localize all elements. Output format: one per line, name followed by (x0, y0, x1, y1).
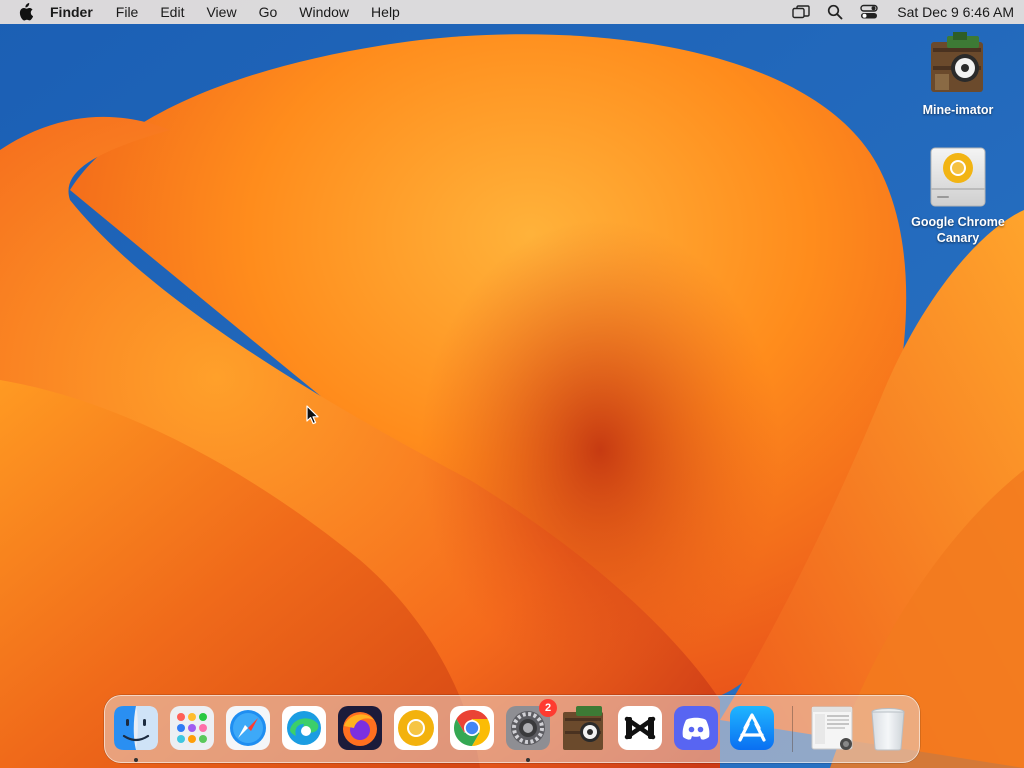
dock-item-downloads[interactable] (808, 704, 856, 752)
desktop-icon-chrome-canary[interactable]: Google Chrome Canary (903, 144, 1013, 246)
menu-edit[interactable]: Edit (160, 4, 184, 20)
safari-icon (226, 706, 270, 750)
menu-window[interactable]: Window (299, 4, 349, 20)
chrome-canary-disk-icon (930, 147, 986, 207)
screen-mirroring-icon[interactable] (791, 2, 811, 22)
dock-item-launchpad[interactable] (168, 704, 216, 752)
chrome-icon (450, 706, 494, 750)
dock: 2 (104, 695, 920, 763)
menu-file[interactable]: File (116, 4, 139, 20)
desktop-wallpaper (0, 0, 1024, 768)
dock-item-discord[interactable] (672, 704, 720, 752)
dock-item-chrome[interactable] (448, 704, 496, 752)
control-center-icon[interactable] (859, 2, 879, 22)
dock-item-edge[interactable] (280, 704, 328, 752)
dock-separator (792, 706, 793, 752)
menu-app-finder[interactable]: Finder (50, 4, 93, 20)
menu-go[interactable]: Go (259, 4, 278, 20)
desktop-icon-label: Google Chrome Canary (911, 215, 1005, 245)
capcut-icon (618, 706, 662, 750)
downloads-stack-icon (811, 706, 853, 750)
firefox-icon (338, 706, 382, 750)
launchpad-icon (170, 706, 214, 750)
running-indicator (134, 758, 138, 762)
running-indicator (526, 758, 530, 762)
finder-icon (114, 706, 158, 750)
discord-icon (674, 706, 718, 750)
desktop-icon-mine-imator[interactable]: Mine-imator (903, 32, 1013, 118)
mine-imator-icon (931, 32, 983, 92)
trash-icon (871, 708, 905, 751)
notification-badge: 2 (539, 699, 557, 717)
menu-bar-clock[interactable]: Sat Dec 9 6:46 AM (897, 4, 1014, 20)
mine-imator-icon (563, 706, 603, 750)
mouse-pointer-icon (306, 405, 319, 425)
desktop-icon-label: Mine-imator (922, 103, 994, 117)
dock-item-trash[interactable] (864, 704, 912, 752)
dock-item-app-store[interactable] (728, 704, 776, 752)
menu-view[interactable]: View (206, 4, 236, 20)
dock-item-chrome-canary[interactable] (392, 704, 440, 752)
edge-icon (282, 706, 326, 750)
apple-logo-icon[interactable] (14, 1, 36, 23)
menu-help[interactable]: Help (371, 4, 400, 20)
spotlight-search-icon[interactable] (825, 2, 845, 22)
menu-bar: Finder File Edit View Go Window Help Sat… (0, 0, 1024, 24)
dock-item-mine-imator[interactable] (560, 704, 608, 752)
dock-item-firefox[interactable] (336, 704, 384, 752)
app-store-icon (730, 706, 774, 750)
dock-item-finder[interactable] (112, 704, 160, 752)
dock-item-system-settings[interactable]: 2 (504, 699, 557, 752)
chrome-canary-icon (394, 706, 438, 750)
dock-item-safari[interactable] (224, 704, 272, 752)
status-area: Sat Dec 9 6:46 AM (777, 2, 1014, 22)
dock-item-capcut[interactable] (616, 704, 664, 752)
